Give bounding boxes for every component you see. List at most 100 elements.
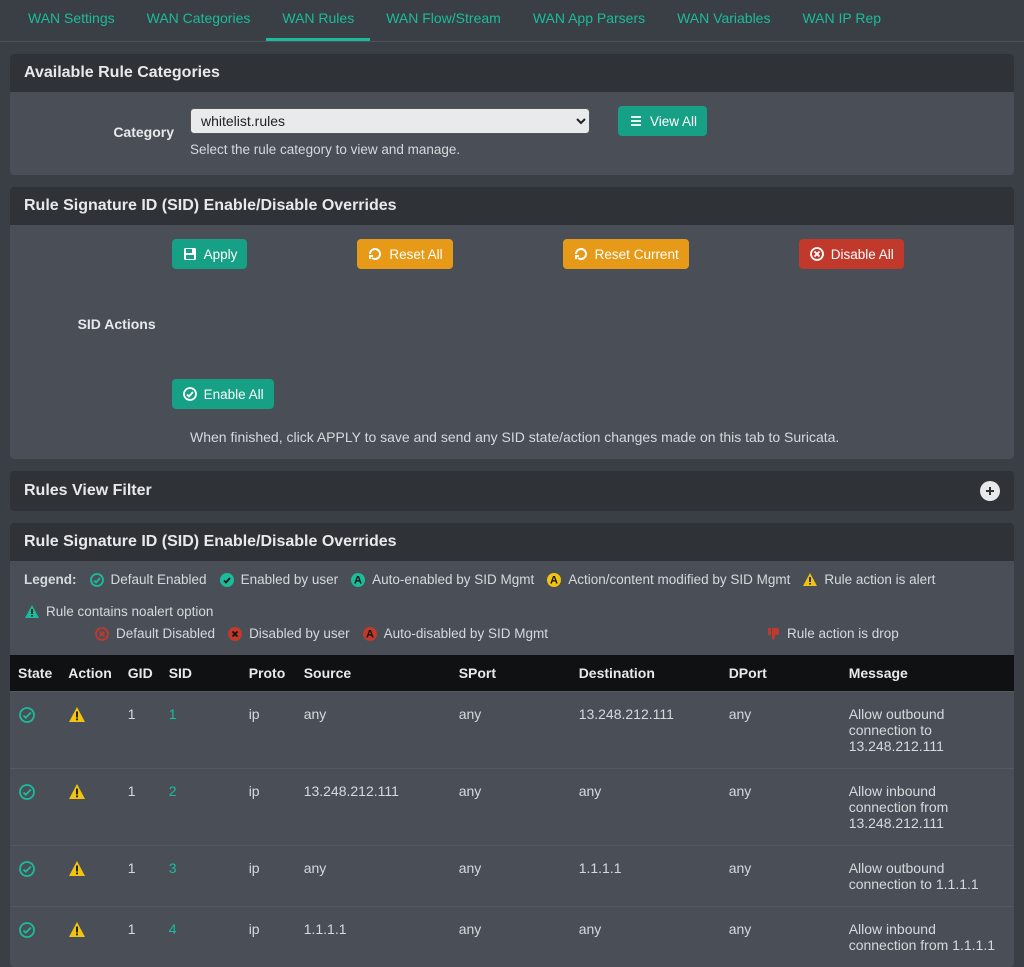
cell-source: 13.248.212.111 bbox=[296, 769, 451, 846]
legend-enabled-by-user: Enabled by user bbox=[241, 569, 339, 591]
save-icon bbox=[182, 246, 198, 262]
legend-auto-disabled: Auto-disabled by SID Mgmt bbox=[384, 623, 548, 645]
th-sport: SPort bbox=[451, 655, 571, 692]
panel-title-categories: Available Rule Categories bbox=[24, 64, 220, 82]
cell-message: Allow inbound connection from 1.1.1.1 bbox=[841, 907, 1014, 967]
panel-title-rules: Rule Signature ID (SID) Enable/Disable O… bbox=[24, 533, 397, 551]
reset-all-label: Reset All bbox=[389, 247, 442, 262]
a-badge-orange-icon: A bbox=[546, 572, 562, 588]
panel-header-filter: Rules View Filter bbox=[10, 471, 1014, 511]
legend-rule-action-alert: Rule action is alert bbox=[824, 569, 935, 591]
category-select[interactable]: whitelist.rules bbox=[190, 108, 590, 134]
alert-triangle-green-icon bbox=[24, 604, 40, 620]
tab-wan-flow-stream[interactable]: WAN Flow/Stream bbox=[370, 0, 517, 41]
table-row: 14ip1.1.1.1anyanyanyAllow inbound connec… bbox=[10, 907, 1014, 967]
check-circle-fill-icon bbox=[219, 572, 235, 588]
check-circle-outline-icon[interactable] bbox=[18, 921, 36, 939]
alert-triangle-yellow-icon bbox=[802, 572, 818, 588]
cell-dport: any bbox=[721, 907, 841, 967]
disable-all-label: Disable All bbox=[831, 247, 894, 262]
category-help: Select the rule category to view and man… bbox=[190, 142, 707, 157]
cell-destination: 13.248.212.111 bbox=[571, 692, 721, 769]
category-label: Category bbox=[24, 124, 174, 140]
legend: Legend: Default Enabled Enabled by user … bbox=[10, 561, 1014, 655]
disable-all-button[interactable]: Disable All bbox=[799, 239, 904, 269]
reset-current-button[interactable]: Reset Current bbox=[563, 239, 689, 269]
wan-tabs: WAN Settings WAN Categories WAN Rules WA… bbox=[0, 0, 1024, 42]
cell-proto: ip bbox=[241, 846, 296, 907]
th-action: Action bbox=[60, 655, 120, 692]
sid-link[interactable]: 3 bbox=[169, 860, 177, 876]
alert-triangle-yellow-icon[interactable] bbox=[68, 783, 86, 801]
cell-sport: any bbox=[451, 692, 571, 769]
alert-triangle-yellow-icon[interactable] bbox=[68, 860, 86, 878]
list-icon bbox=[628, 113, 644, 129]
sid-link[interactable]: 1 bbox=[169, 706, 177, 722]
alert-triangle-yellow-icon[interactable] bbox=[68, 706, 86, 724]
cell-dport: any bbox=[721, 846, 841, 907]
legend-rule-action-drop: Rule action is drop bbox=[787, 623, 899, 645]
legend-disabled-by-user: Disabled by user bbox=[249, 623, 350, 645]
cell-gid: 1 bbox=[120, 692, 161, 769]
view-all-button[interactable]: View All bbox=[618, 106, 707, 136]
thumbs-down-icon bbox=[765, 626, 781, 642]
tab-wan-variables[interactable]: WAN Variables bbox=[661, 0, 786, 41]
cell-message: Allow outbound connection to 1.1.1.1 bbox=[841, 846, 1014, 907]
cell-sport: any bbox=[451, 907, 571, 967]
th-dport: DPort bbox=[721, 655, 841, 692]
panel-available-rule-categories: Available Rule Categories Category white… bbox=[10, 54, 1014, 175]
cell-dport: any bbox=[721, 769, 841, 846]
cell-gid: 1 bbox=[120, 907, 161, 967]
check-circle-outline-icon[interactable] bbox=[18, 783, 36, 801]
apply-button[interactable]: Apply bbox=[172, 239, 248, 269]
tab-wan-settings[interactable]: WAN Settings bbox=[12, 0, 131, 41]
x-circle-fill-icon bbox=[227, 626, 243, 642]
check-circle-outline-icon[interactable] bbox=[18, 706, 36, 724]
expand-filter-icon[interactable] bbox=[980, 481, 1000, 501]
th-sid: SID bbox=[161, 655, 241, 692]
reset-all-button[interactable]: Reset All bbox=[357, 239, 452, 269]
panel-header-rules: Rule Signature ID (SID) Enable/Disable O… bbox=[10, 523, 1014, 561]
cell-destination: any bbox=[571, 907, 721, 967]
refresh-icon bbox=[573, 246, 589, 262]
panel-header-categories: Available Rule Categories bbox=[10, 54, 1014, 92]
legend-default-disabled: Default Disabled bbox=[116, 623, 215, 645]
cell-message: Allow inbound connection from 13.248.212… bbox=[841, 769, 1014, 846]
cell-gid: 1 bbox=[120, 846, 161, 907]
sid-actions-label: SID Actions bbox=[24, 316, 156, 332]
cell-message: Allow outbound connection to 13.248.212.… bbox=[841, 692, 1014, 769]
check-circle-outline-icon[interactable] bbox=[18, 860, 36, 878]
tab-wan-ip-rep[interactable]: WAN IP Rep bbox=[786, 0, 897, 41]
reset-current-label: Reset Current bbox=[595, 247, 679, 262]
rules-table-header-row: State Action GID SID Proto Source SPort … bbox=[10, 655, 1014, 692]
tab-wan-rules[interactable]: WAN Rules bbox=[266, 0, 370, 41]
legend-auto-enabled: Auto-enabled by SID Mgmt bbox=[372, 569, 534, 591]
tab-wan-app-parsers[interactable]: WAN App Parsers bbox=[517, 0, 661, 41]
cell-proto: ip bbox=[241, 692, 296, 769]
table-row: 12ip13.248.212.111anyanyanyAllow inbound… bbox=[10, 769, 1014, 846]
legend-label: Legend: bbox=[24, 569, 77, 591]
panel-title-filter: Rules View Filter bbox=[24, 482, 152, 500]
cell-source: any bbox=[296, 846, 451, 907]
svg-text:A: A bbox=[366, 629, 374, 641]
legend-action-modified: Action/content modified by SID Mgmt bbox=[568, 569, 790, 591]
cell-dport: any bbox=[721, 692, 841, 769]
cell-sport: any bbox=[451, 846, 571, 907]
tab-wan-categories[interactable]: WAN Categories bbox=[131, 0, 267, 41]
refresh-icon bbox=[367, 246, 383, 262]
cell-proto: ip bbox=[241, 769, 296, 846]
sid-link[interactable]: 2 bbox=[169, 783, 177, 799]
th-message: Message bbox=[841, 655, 1014, 692]
table-row: 11ipanyany13.248.212.111anyAllow outboun… bbox=[10, 692, 1014, 769]
th-source: Source bbox=[296, 655, 451, 692]
enable-all-button[interactable]: Enable All bbox=[172, 379, 274, 409]
sid-link[interactable]: 4 bbox=[169, 921, 177, 937]
check-circle-icon bbox=[182, 386, 198, 402]
x-circle-icon bbox=[809, 246, 825, 262]
view-all-label: View All bbox=[650, 114, 697, 129]
cell-proto: ip bbox=[241, 907, 296, 967]
alert-triangle-yellow-icon[interactable] bbox=[68, 921, 86, 939]
cell-sport: any bbox=[451, 769, 571, 846]
legend-default-enabled: Default Enabled bbox=[111, 569, 207, 591]
cell-destination: 1.1.1.1 bbox=[571, 846, 721, 907]
